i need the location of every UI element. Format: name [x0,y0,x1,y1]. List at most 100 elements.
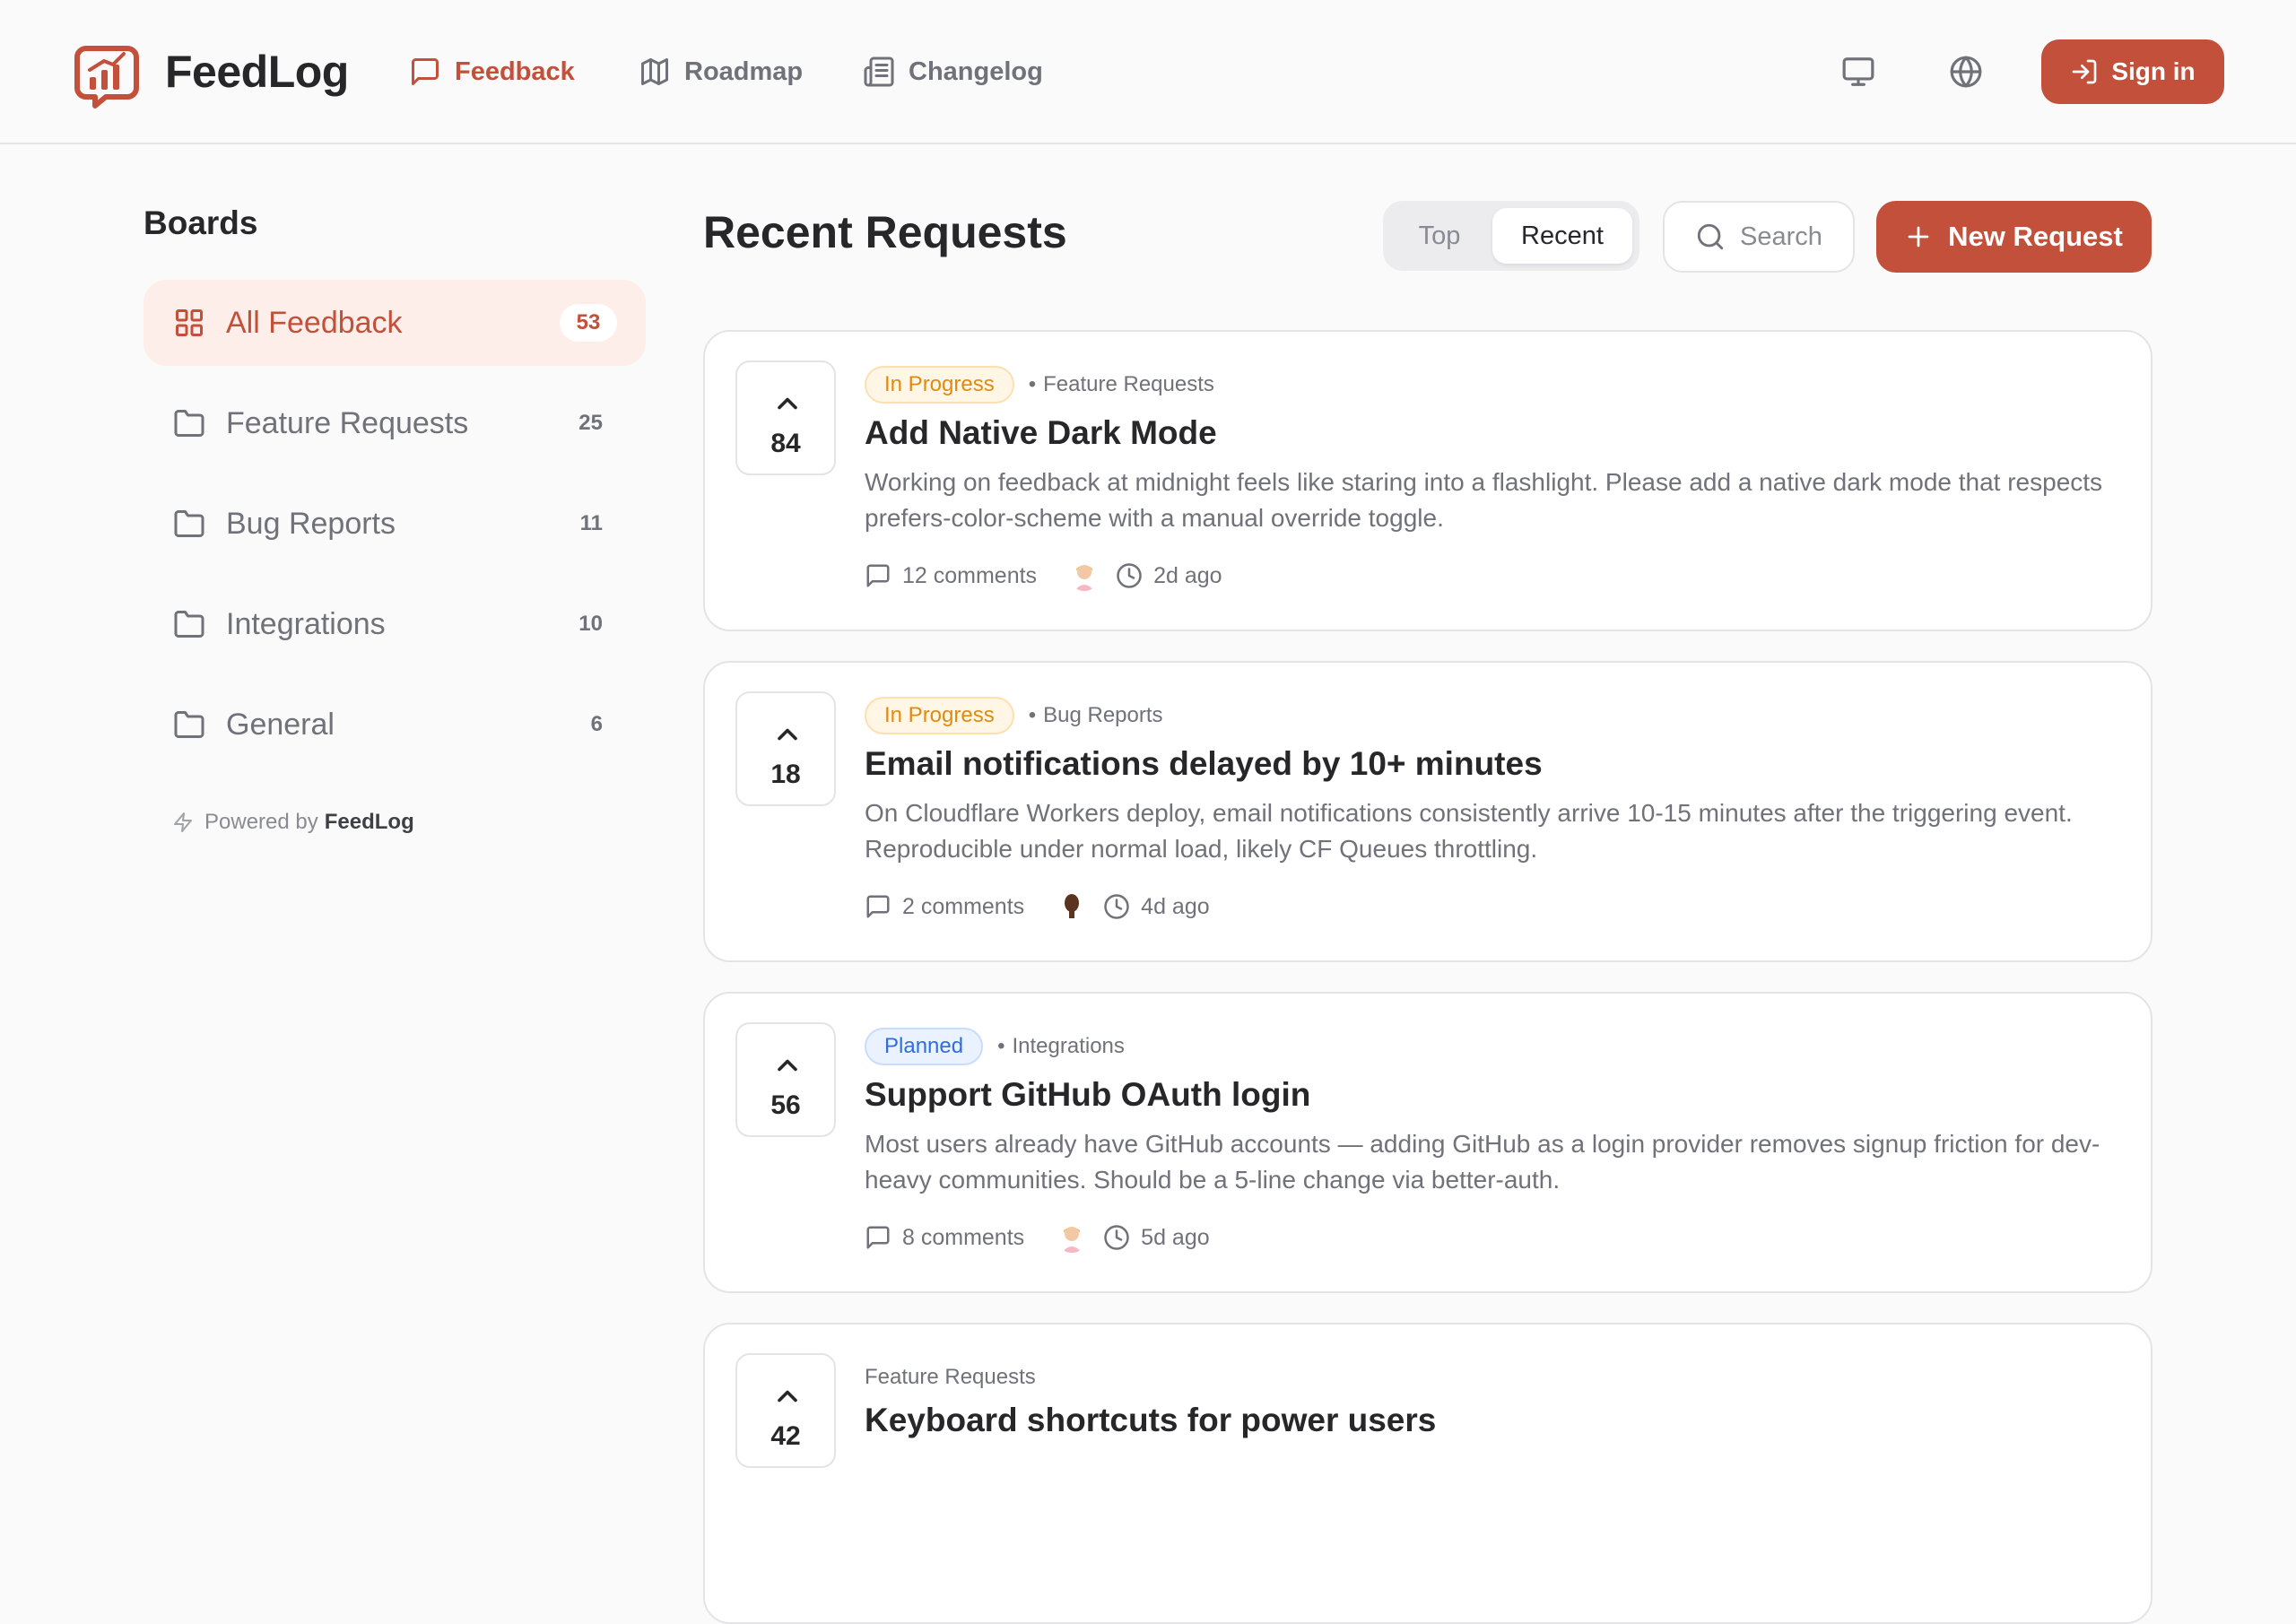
separator-dot: • [997,1034,1005,1058]
board-label: Integrations [226,606,386,641]
nav-roadmap-label: Roadmap [684,56,804,86]
board-count: 53 [560,304,617,342]
request-card[interactable]: 18 In Progress • Bug Reports Email notif… [703,661,2152,962]
chevron-up-icon [778,397,797,410]
avatar [1065,894,1080,918]
board-tag: Feature Requests [1043,372,1214,396]
comments-count: 12 comments [902,562,1038,588]
chevron-up-icon [778,1059,797,1072]
board-label: All Feedback [226,305,403,340]
board-bug-reports[interactable]: Bug Reports 11 [144,481,646,567]
display-mode-button[interactable] [1837,50,1880,93]
board-tag: Integrations [1012,1034,1125,1058]
comments-count: 8 comments [902,1224,1025,1250]
powered-prefix: Powered by [204,810,318,834]
board-feature-requests[interactable]: Feature Requests 25 [144,380,646,466]
app-name[interactable]: FeedLog [165,43,349,100]
comment-icon [866,564,890,587]
vote-count: 18 [770,760,801,789]
request-meta: Feature Requests [865,1359,1036,1396]
board-label: Bug Reports [226,506,396,541]
clock-icon [1117,563,1142,588]
sort-recent-tab[interactable]: Recent [1492,208,1632,264]
zap-icon [174,812,192,832]
avatar [1062,1227,1083,1253]
time-label: 5d ago [1141,1224,1210,1250]
feedlog-logo-icon[interactable] [74,43,140,109]
log-in-icon [2072,59,2097,84]
comments-link[interactable]: 12 comments [865,562,1037,589]
board-count: 11 [579,511,603,535]
grid-icon [176,309,203,336]
folder-icon [174,611,204,638]
nav-changelog-label: Changelog [909,56,1043,86]
request-title[interactable]: Email notifications delayed by 10+ minut… [865,745,1543,783]
comments-link[interactable]: 8 comments [865,1224,1024,1251]
board-general[interactable]: General 6 [144,682,646,768]
request-title[interactable]: Add Native Dark Mode [865,414,1217,452]
comment-icon [866,895,890,918]
clock-icon [1104,1225,1129,1250]
language-button[interactable] [1944,50,1987,93]
chevron-up-icon [778,1390,797,1403]
request-meta: Planned • Integrations [865,1028,1125,1065]
avatar [1074,565,1095,591]
boards-heading: Boards [144,204,258,241]
board-integrations[interactable]: Integrations 10 [144,581,646,667]
globe-icon [1950,56,1982,88]
upvote-button[interactable]: 84 [735,360,836,475]
sort-top-tab[interactable]: Top [1390,208,1489,264]
request-time: 5d ago [1103,1224,1210,1251]
monitor-icon [1842,57,1874,86]
page-title: Recent Requests [703,207,1067,257]
upvote-button[interactable]: 56 [735,1022,836,1137]
request-meta: In Progress • Bug Reports [865,697,1163,734]
search-button[interactable]: Search [1663,201,1855,273]
status-badge: In Progress [865,366,1014,404]
request-card[interactable]: 42 Feature Requests Keyboard shortcuts f… [703,1323,2152,1624]
status-badge: In Progress [865,697,1014,734]
board-tag: Bug Reports [1043,703,1163,727]
nav-feedback[interactable]: Feedback [409,50,575,93]
sort-toggle: Top Recent [1383,201,1639,271]
powered-brand-link[interactable]: FeedLog [325,810,414,835]
request-meta: In Progress • Feature Requests [865,366,1214,404]
newspaper-icon [864,56,894,87]
board-tag: Feature Requests [865,1365,1036,1389]
request-title[interactable]: Keyboard shortcuts for power users [865,1402,1436,1439]
request-time: 4d ago [1103,893,1210,920]
request-card[interactable]: 84 In Progress • Feature Requests Add Na… [703,330,2152,631]
folder-icon [174,410,204,437]
sign-in-label: Sign in [2111,57,2196,85]
status-badge: Planned [865,1028,984,1065]
new-request-button[interactable]: New Request [1876,201,2152,273]
board-count: 10 [578,612,603,636]
separator-dot: • [1028,703,1037,727]
clock-icon [1104,894,1129,919]
request-description: Most users already have GitHub accounts … [865,1130,2100,1194]
new-request-label: New Request [1948,221,2123,252]
separator-dot: • [1028,372,1037,396]
message-square-icon [412,58,439,85]
search-label: Search [1740,221,1822,251]
request-title[interactable]: Support GitHub OAuth login [865,1076,1310,1114]
upvote-button[interactable]: 18 [735,691,836,806]
time-label: 4d ago [1141,893,1210,919]
sign-in-button[interactable]: Sign in [2041,39,2224,104]
time-label: 2d ago [1153,562,1222,588]
plus-icon [1908,226,1929,248]
request-description: On Cloudflare Workers deploy, email noti… [865,799,2073,863]
request-card[interactable]: 56 Planned • Integrations Support GitHub… [703,992,2152,1293]
board-count: 6 [590,712,603,736]
nav-feedback-label: Feedback [455,56,575,86]
request-description: Working on feedback at midnight feels li… [865,468,2103,532]
board-all-feedback[interactable]: All Feedback 53 [144,280,646,366]
chevron-up-icon [778,728,797,741]
powered-by: Powered by FeedLog [172,810,414,835]
comments-link[interactable]: 2 comments [865,893,1024,920]
board-count: 25 [578,411,603,435]
nav-changelog[interactable]: Changelog [863,50,1043,93]
upvote-button[interactable]: 42 [735,1353,836,1468]
nav-roadmap[interactable]: Roadmap [639,50,803,93]
board-label: Feature Requests [226,405,469,440]
